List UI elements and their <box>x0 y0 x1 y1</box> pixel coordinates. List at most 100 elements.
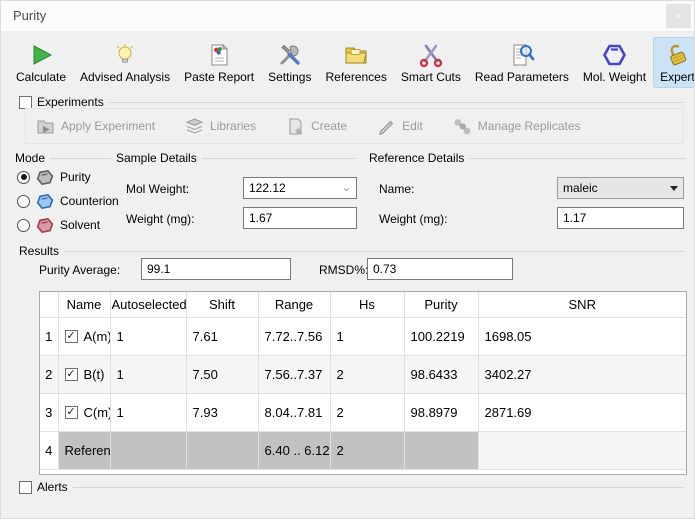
purity-cell[interactable] <box>404 432 478 470</box>
purity-cell[interactable]: 98.8979 <box>404 394 478 432</box>
purity-cell[interactable]: 100.2219 <box>404 318 478 356</box>
experiments-label: Experiments <box>37 95 104 109</box>
name-cell[interactable]: C(m) <box>58 394 110 432</box>
reference-name-dropdown[interactable]: maleic <box>557 177 684 199</box>
reference-weight-label: Weight (mg): <box>379 212 447 226</box>
mode-option-counterion[interactable]: Counterion <box>17 191 119 211</box>
main-toolbar: Calculate Advised Analysis Paste Report <box>9 37 686 88</box>
column-header-name[interactable]: Name <box>58 292 110 318</box>
hs-cell[interactable]: 2 <box>330 394 404 432</box>
chevron-down-icon[interactable]: ⌄ <box>342 183 351 194</box>
row-checkbox[interactable] <box>65 330 78 343</box>
column-header-snr[interactable]: SNR <box>478 292 686 318</box>
close-button[interactable]: × <box>666 4 691 28</box>
purity-cell[interactable]: 98.6433 <box>404 356 478 394</box>
groupbox-line <box>469 158 686 159</box>
radio-button[interactable] <box>17 219 30 232</box>
references-button[interactable]: References <box>318 37 393 88</box>
read-parameters-button[interactable]: Read Parameters <box>468 37 576 88</box>
snr-cell[interactable]: 3402.27 <box>478 356 686 394</box>
snr-cell[interactable] <box>478 432 686 470</box>
new-document-icon <box>286 117 305 136</box>
shift-cell[interactable]: 7.61 <box>186 318 258 356</box>
play-icon <box>28 42 54 68</box>
padlock-open-icon <box>664 42 690 68</box>
peaks-table-container: Name Autoselected Shift Range Hs Purity … <box>39 291 687 475</box>
name-cell[interactable]: Reference... <box>58 432 110 470</box>
experiments-group-header: Experiments <box>19 95 684 109</box>
sample-details-label: Sample Details <box>116 151 197 165</box>
manage-replicates-button[interactable]: Manage Replicates <box>453 117 581 136</box>
hs-cell[interactable]: 2 <box>330 356 404 394</box>
smart-cuts-button[interactable]: Smart Cuts <box>394 37 468 88</box>
row-checkbox[interactable] <box>65 406 78 419</box>
libraries-button[interactable]: Libraries <box>185 117 256 136</box>
mol-weight-combobox[interactable]: 122.12 ⌄ <box>243 177 357 199</box>
autoselected-cell[interactable]: 1 <box>110 356 186 394</box>
table-row: 3 C(m) 1 7.93 8.04..7.81 2 98.8979 2871.… <box>40 394 686 432</box>
purity-average-label: Purity Average: <box>39 263 120 277</box>
shift-cell[interactable]: 7.93 <box>186 394 258 432</box>
expert-button[interactable]: Expert <box>653 37 695 88</box>
row-checkbox[interactable] <box>65 368 78 381</box>
mol-weight-button[interactable]: Mol. Weight <box>576 37 653 88</box>
experiment-button-label: Apply Experiment <box>61 119 155 133</box>
reference-weight-input[interactable] <box>557 207 684 229</box>
column-header-range[interactable]: Range <box>258 292 330 318</box>
table-header-row: Name Autoselected Shift Range Hs Purity … <box>40 292 686 318</box>
toolbar-label: Calculate <box>16 70 66 84</box>
hs-cell[interactable]: 1 <box>330 318 404 356</box>
mode-group-header: Mode <box>15 151 111 165</box>
name-cell[interactable]: B(t) <box>58 356 110 394</box>
autoselected-cell[interactable]: 1 <box>110 318 186 356</box>
reference-details-group-header: Reference Details <box>369 151 686 165</box>
snr-cell[interactable]: 2871.69 <box>478 394 686 432</box>
column-header-hs[interactable]: Hs <box>330 292 404 318</box>
title-bar: Purity × <box>1 1 694 32</box>
edit-button[interactable]: Edit <box>377 117 423 136</box>
create-button[interactable]: Create <box>286 117 347 136</box>
reference-details-label: Reference Details <box>369 151 464 165</box>
snr-cell[interactable]: 1698.05 <box>478 318 686 356</box>
column-header-autoselected[interactable]: Autoselected <box>110 292 186 318</box>
mol-weight-label: Mol Weight: <box>126 182 189 196</box>
rmsd-input[interactable] <box>367 258 513 280</box>
range-cell[interactable]: 6.40 .. 6.12 <box>258 432 330 470</box>
range-cell[interactable]: 7.72..7.56 <box>258 318 330 356</box>
alerts-checkbox[interactable] <box>19 481 32 494</box>
paste-report-button[interactable]: Paste Report <box>177 37 261 88</box>
autoselected-cell[interactable] <box>110 432 186 470</box>
mode-option-label: Purity <box>60 170 91 184</box>
dropdown-arrow-icon[interactable] <box>670 186 678 191</box>
autoselected-cell[interactable]: 1 <box>110 394 186 432</box>
calculate-button[interactable]: Calculate <box>9 37 73 88</box>
mol-weight-value: 122.12 <box>249 181 286 195</box>
purity-average-input[interactable] <box>141 258 291 280</box>
mode-option-label: Solvent <box>60 218 100 232</box>
hs-cell[interactable]: 2 <box>330 432 404 470</box>
sample-details-group-header: Sample Details <box>116 151 356 165</box>
peak-name: B(t) <box>84 367 105 382</box>
alerts-label: Alerts <box>37 480 68 494</box>
range-cell[interactable]: 7.56..7.37 <box>258 356 330 394</box>
reference-name-label: Name: <box>379 182 414 196</box>
settings-button[interactable]: Settings <box>261 37 318 88</box>
shift-cell[interactable] <box>186 432 258 470</box>
mode-option-solvent[interactable]: Solvent <box>17 215 100 235</box>
column-header-purity[interactable]: Purity <box>404 292 478 318</box>
mode-option-label: Counterion <box>60 194 119 208</box>
experiment-button-label: Manage Replicates <box>478 119 581 133</box>
mode-option-purity[interactable]: Purity <box>17 167 91 187</box>
name-cell[interactable]: A(m) <box>58 318 110 356</box>
advised-analysis-button[interactable]: Advised Analysis <box>73 37 177 88</box>
shift-cell[interactable]: 7.50 <box>186 356 258 394</box>
experiments-checkbox[interactable] <box>19 96 32 109</box>
table-row: 1 A(m) 1 7.61 7.72..7.56 1 100.2219 1698… <box>40 318 686 356</box>
radio-button[interactable] <box>17 171 30 184</box>
sample-weight-input[interactable] <box>243 207 357 229</box>
radio-button[interactable] <box>17 195 30 208</box>
range-cell[interactable]: 8.04..7.81 <box>258 394 330 432</box>
hexagon-red-icon <box>35 217 55 234</box>
column-header-shift[interactable]: Shift <box>186 292 258 318</box>
apply-experiment-button[interactable]: Apply Experiment <box>36 117 155 136</box>
